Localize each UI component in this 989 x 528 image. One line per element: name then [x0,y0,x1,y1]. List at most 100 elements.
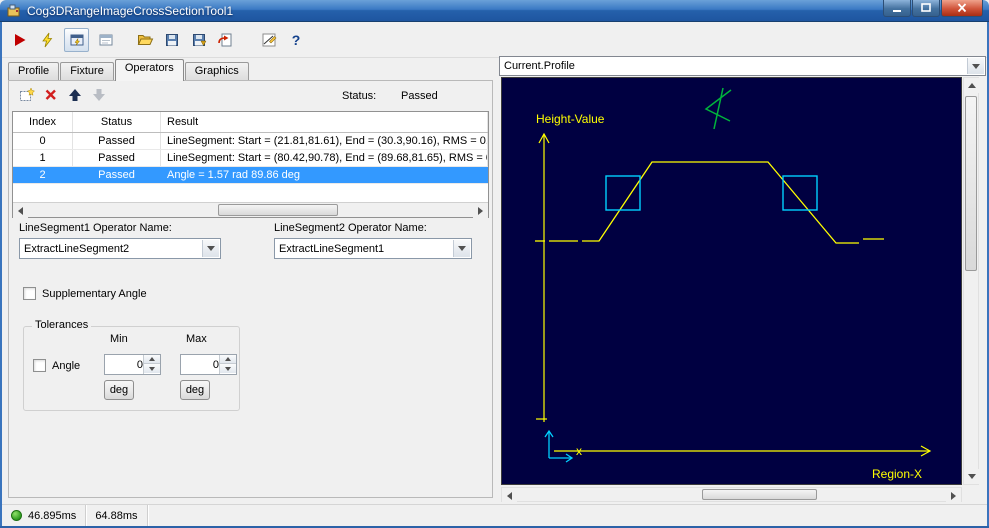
table-row[interactable]: 0 Passed LineSegment: Start = (21.81,81.… [13,133,488,150]
run-button[interactable] [10,30,30,50]
scroll-thumb[interactable] [702,489,817,500]
save-button[interactable] [162,30,182,50]
profile-plot: Height-Value Region-X x [535,87,932,481]
supplementary-angle-checkbox[interactable] [23,287,36,300]
annotate-icon [262,33,277,46]
supplementary-angle-label: Supplementary Angle [42,288,147,300]
scroll-right-button[interactable] [946,488,961,503]
add-operator-button[interactable] [19,87,35,103]
scroll-left-button[interactable] [13,203,28,218]
window-title: Cog3DRangeImageCrossSectionTool1 [27,3,234,18]
scroll-thumb[interactable] [965,96,977,271]
panel-splitter[interactable] [494,56,499,502]
tab-graphics[interactable]: Graphics [184,62,249,81]
minimize-icon [893,10,901,12]
execution-time-cell: 46.895ms [2,505,87,526]
table-row-selected[interactable]: 2 Passed Angle = 1.57 rad 89.86 deg [13,167,488,184]
column-header-status[interactable]: Status [73,112,161,132]
max-unit-button[interactable]: deg [180,380,210,400]
column-header-index[interactable]: Index [13,112,73,132]
angle-marker-icon [704,87,732,130]
scroll-right-button[interactable] [473,203,488,218]
arrow-up-icon [225,357,231,361]
canvas-hscrollbar[interactable] [501,487,962,503]
annotate-button[interactable] [259,30,279,50]
linesegment1-label: LineSegment1 Operator Name: [19,222,172,234]
title-bar[interactable]: Cog3DRangeImageCrossSectionTool1 [0,0,989,22]
table-row[interactable]: 1 Passed LineSegment: Start = (80.42,90.… [13,150,488,167]
maximize-icon [921,3,931,12]
arrow-down-icon [225,366,231,371]
linesegment1-combobox[interactable]: ExtractLineSegment2 [19,238,221,259]
max-input[interactable] [181,355,219,374]
scroll-thumb[interactable] [218,204,338,216]
table-hscrollbar[interactable] [13,202,488,218]
result-time-cell: 64.88ms [86,505,148,526]
move-up-button[interactable] [67,87,83,103]
save-as-icon [193,33,207,46]
angle-label: Angle [52,360,81,372]
arrow-up-icon [149,357,155,361]
arrow-left-icon [18,206,23,215]
arrow-right-icon [951,491,956,500]
status-label: Status: [342,90,377,102]
origin-x-label: x [576,444,582,458]
window-frame [0,22,2,528]
help-button[interactable]: ? [286,30,306,50]
tolerances-label: Tolerances [32,319,92,331]
open-button[interactable] [135,30,155,50]
column-header-result[interactable]: Result [161,112,488,132]
scroll-left-button[interactable] [502,488,517,503]
min-unit-button[interactable]: deg [104,380,134,400]
table-header: Index Status Result [13,112,488,133]
display-selector-combobox[interactable]: Current.Profile [499,56,986,76]
profile-canvas[interactable]: Height-Value Region-X x [501,77,962,485]
maximize-button[interactable] [912,0,940,17]
status-bar: 46.895ms 64.88ms [2,504,987,526]
close-button[interactable] [941,0,983,17]
min-label: Min [110,333,128,345]
results-table: Index Status Result 0 Passed LineSegment… [12,111,489,218]
results-window-button[interactable] [96,30,116,50]
delete-operator-button[interactable] [43,87,59,103]
scroll-down-button[interactable] [964,469,979,484]
tool-window-button[interactable] [64,27,89,52]
canvas-vscrollbar[interactable] [963,77,979,485]
arrow-right-icon [478,206,483,215]
minimize-button[interactable] [883,0,911,17]
save-icon [166,33,178,46]
spinner-down-button[interactable] [220,364,236,373]
tab-fixture[interactable]: Fixture [60,62,114,81]
live-run-button[interactable] [37,30,57,50]
chevron-down-icon[interactable] [453,240,470,257]
x-axis-label: Region-X [872,467,922,481]
import-icon [218,33,232,46]
min-input[interactable] [105,355,143,374]
import-button[interactable] [216,30,236,50]
arrow-down-icon [967,474,976,479]
tool-window-icon [70,34,83,46]
arrow-up-icon [967,83,976,88]
angle-checkbox[interactable] [33,359,46,372]
application-window: Cog3DRangeImageCrossSectionTool1 ? Profi… [0,0,989,528]
profile-trace [535,161,884,244]
open-folder-icon [137,34,153,45]
main-toolbar: ? [0,22,989,58]
chevron-down-icon[interactable] [967,58,984,74]
move-down-button[interactable] [91,87,107,103]
spinner-up-button[interactable] [144,355,160,364]
execution-time: 46.895ms [28,509,77,522]
tab-profile[interactable]: Profile [8,62,60,81]
run-icon [15,33,26,46]
scroll-up-button[interactable] [964,78,979,93]
linesegment2-combobox[interactable]: ExtractLineSegment1 [274,238,472,259]
save-as-button[interactable] [189,30,209,50]
tab-operators[interactable]: Operators [114,59,184,81]
status-value: Passed [401,90,438,102]
spinner-up-button[interactable] [220,355,236,364]
linesegment2-label: LineSegment2 Operator Name: [274,222,427,234]
help-icon: ? [291,31,301,48]
spinner-down-button[interactable] [144,364,160,373]
chevron-down-icon[interactable] [202,240,219,257]
status-ok-icon [11,510,22,521]
